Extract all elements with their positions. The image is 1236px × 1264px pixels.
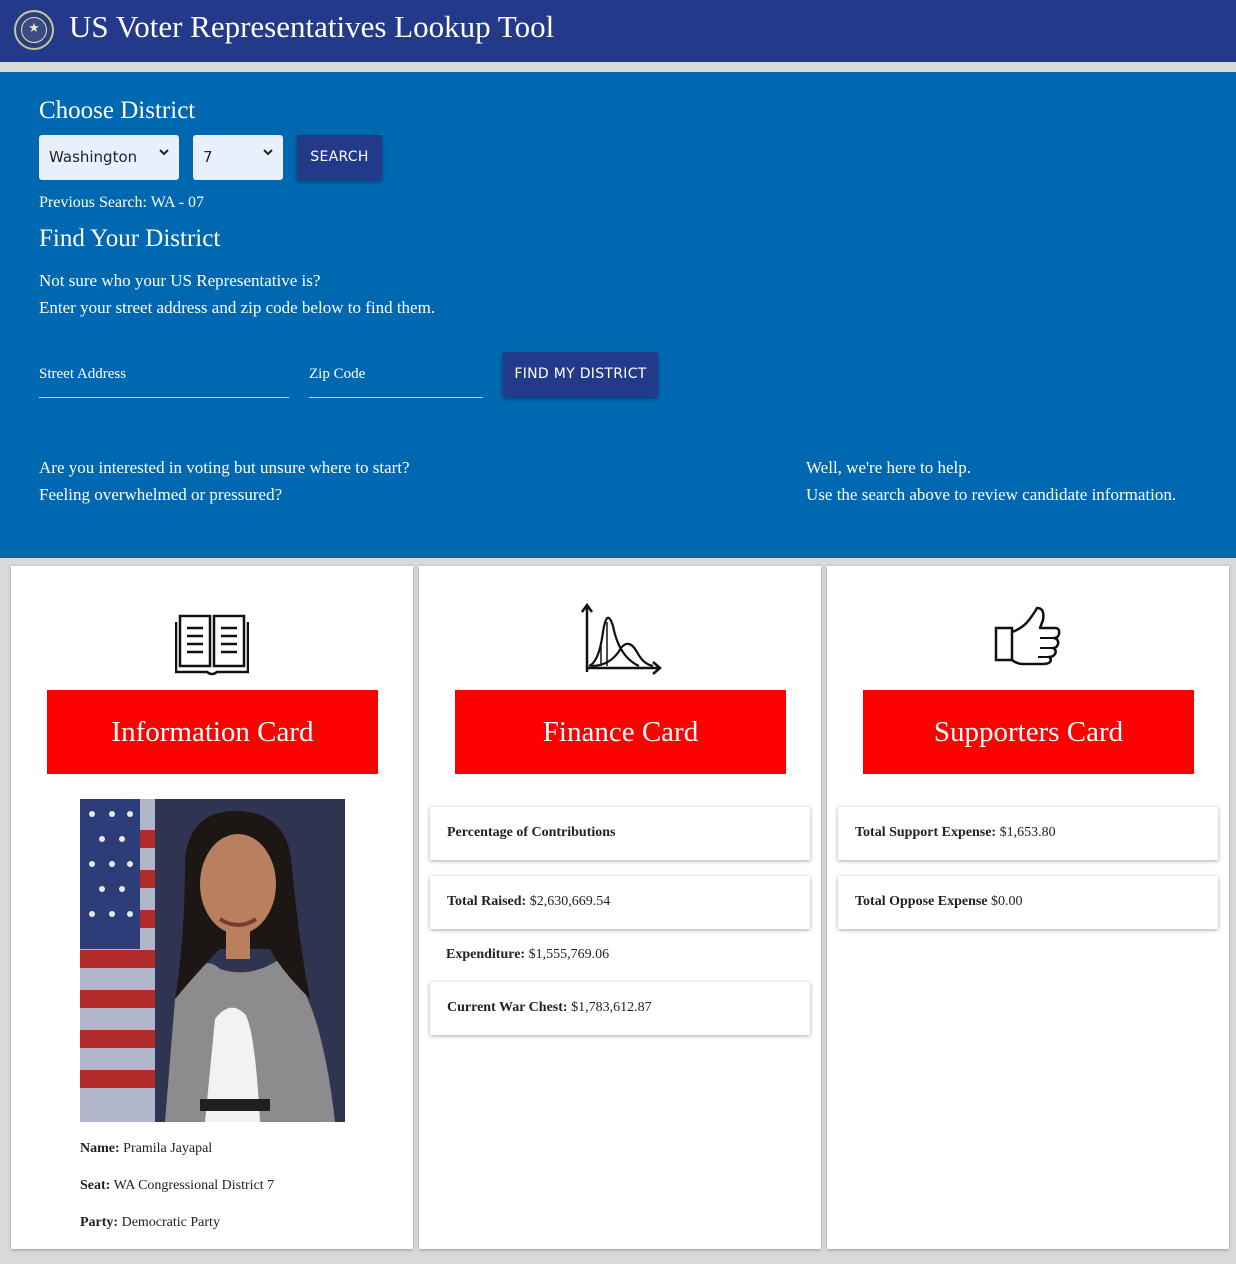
total-raised-box: Total Raised: $2,630,669.54 — [430, 876, 810, 929]
total-oppose-value: $0.00 — [987, 894, 1023, 909]
war-chest-line: Current War Chest: $1,783,612.87 — [447, 1000, 652, 1015]
find-district-text-2: Enter your street address and zip code b… — [39, 298, 436, 317]
seat-value: WA Congressional District 7 — [110, 1178, 275, 1193]
find-district-heading: Find Your District — [39, 225, 221, 252]
information-card: Information Card Name: Pramila Jayapal S… — [11, 566, 413, 1249]
thumbs-up-icon — [993, 606, 1063, 678]
district-select[interactable]: 7 — [193, 135, 283, 180]
previous-search: Previous Search: WA - 07 — [39, 194, 205, 211]
representative-photo — [80, 799, 345, 1122]
find-district-text-1: Not sure who your US Representative is? — [39, 271, 321, 290]
total-oppose-line: Total Oppose Expense $0.00 — [855, 894, 1023, 909]
street-address-input[interactable]: Street Address — [39, 354, 289, 398]
total-support-box: Total Support Expense: $1,653.80 — [838, 807, 1218, 860]
app-title: US Voter Representatives Lookup Tool — [69, 9, 555, 44]
state-select[interactable]: Washington — [39, 135, 179, 180]
app-header: US Voter Representatives Lookup Tool — [0, 0, 1236, 62]
information-card-title: Information Card — [47, 690, 378, 774]
war-chest-box: Current War Chest: $1,783,612.87 — [430, 982, 810, 1035]
chevron-down-icon — [262, 146, 274, 162]
name-value: Pramila Jayapal — [119, 1141, 213, 1156]
intro-left-2: Feeling overwhelmed or pressured? — [39, 485, 283, 504]
party-line: Party: Democratic Party — [80, 1215, 220, 1230]
name-line: Name: Pramila Jayapal — [80, 1141, 213, 1156]
state-select-value: Washington — [49, 148, 138, 166]
district-select-value: 7 — [203, 148, 213, 166]
total-oppose-box: Total Oppose Expense $0.00 — [838, 876, 1218, 929]
street-address-placeholder: Street Address — [39, 366, 127, 382]
supporters-card-title: Supporters Card — [863, 690, 1194, 774]
total-support-value: $1,653.80 — [996, 825, 1056, 840]
zip-code-placeholder: Zip Code — [309, 366, 366, 382]
party-value: Democratic Party — [118, 1215, 220, 1230]
supporters-card: Supporters Card Total Support Expense: $… — [827, 566, 1229, 1249]
total-raised-value: $2,630,669.54 — [526, 894, 611, 909]
house-seal-icon — [14, 10, 54, 50]
finance-card: Finance Card Percentage of Contributions… — [419, 566, 821, 1249]
zip-code-input[interactable]: Zip Code — [309, 354, 483, 398]
percentage-contributions-label: Percentage of Contributions — [447, 825, 616, 840]
expenditure-value: $1,555,769.06 — [525, 947, 610, 962]
chevron-down-icon — [158, 146, 170, 162]
search-panel: Choose District Washington 7 SEARCH Prev… — [0, 72, 1236, 558]
intro-left-1: Are you interested in voting but unsure … — [39, 458, 410, 477]
war-chest-value: $1,783,612.87 — [567, 1000, 652, 1015]
total-support-line: Total Support Expense: $1,653.80 — [855, 825, 1056, 840]
finance-card-title: Finance Card — [455, 690, 786, 774]
intro-right-1: Well, we're here to help. — [806, 458, 972, 477]
choose-district-heading: Choose District — [39, 97, 196, 124]
find-my-district-button[interactable]: FIND MY DISTRICT — [503, 352, 658, 397]
percentage-contributions-box[interactable]: Percentage of Contributions — [430, 807, 810, 860]
search-button[interactable]: SEARCH — [297, 135, 382, 180]
distribution-chart-icon — [577, 602, 663, 675]
open-book-icon — [174, 604, 250, 676]
seat-line: Seat: WA Congressional District 7 — [80, 1178, 275, 1193]
intro-right-2: Use the search above to review candidate… — [806, 485, 1177, 504]
total-raised-line: Total Raised: $2,630,669.54 — [447, 894, 611, 909]
expenditure-line: Expenditure: $1,555,769.06 — [446, 947, 610, 962]
